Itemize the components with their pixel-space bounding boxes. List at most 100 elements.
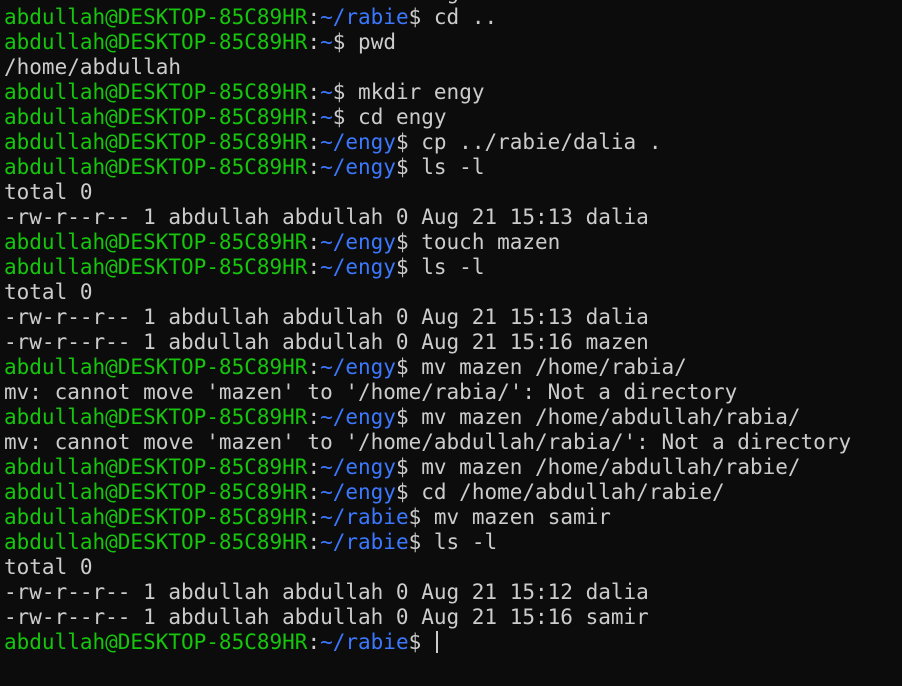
prompt-symbol: $ [395,130,409,154]
command-text: cd .. [421,5,498,29]
prompt-user-host: abdullah@DESKTOP-85C89HR [4,480,308,504]
command-text: pwd [345,30,396,54]
command-text: ls -l [408,255,485,279]
prompt-line: abdullah@DESKTOP-85C89HR:~/engy$ mv maze… [4,455,902,480]
prompt-line: abdullah@DESKTOP-85C89HR:~/engy$ cd /hom… [4,480,902,505]
prompt-path: ~ [320,105,333,129]
prompt-path: ~/engy [320,130,396,154]
prompt-path: ~/engy [320,255,396,279]
prompt-user-host: abdullah@DESKTOP-85C89HR [4,530,308,554]
prompt-colon: : [307,80,321,104]
prompt-path: ~/rabie [320,5,409,29]
prompt-path: ~/engy [320,480,396,504]
prompt-colon: : [307,630,321,654]
text-cursor[interactable] [435,631,438,653]
prompt-user-host: abdullah@DESKTOP-85C89HR [4,30,308,54]
prompt-line: abdullah@DESKTOP-85C89HR:~$ cd engy [4,105,902,130]
output-text: mv: cannot move 'mazen' to '/home/abdull… [4,430,852,454]
output-line: -rw-r--r-- 1 abdullah abdullah 0 Aug 21 … [4,580,902,605]
prompt-symbol: $ [408,630,422,654]
prompt-line: abdullah@DESKTOP-85C89HR:~/engy$ mv maze… [4,355,902,380]
prompt-path: ~/rabie [320,530,409,554]
prompt-user-host: abdullah@DESKTOP-85C89HR [4,355,308,379]
output-text: total 0 [4,180,93,204]
prompt-path: ~/engy [320,155,396,179]
prompt-colon: : [307,530,321,554]
output-text: mv: cannot move 'mazen' to '/home/rabia/… [4,380,738,404]
output-line: -rw-r--r-- 1 abdullah abdullah 0 Aug 21 … [4,205,902,230]
prompt-line: abdullah@DESKTOP-85C89HR:~/rabie$ ls -l [4,530,902,555]
output-line: -rw-r--r-- 1 abdullah abdullah 0 Aug 21 … [4,605,902,630]
output-text: -rw-r--r-- 1 abdullah abdullah 0 Aug 21 … [4,305,649,329]
prompt-colon: : [307,255,321,279]
prompt-path: ~/engy [320,405,396,429]
command-text: ls -l [408,155,485,179]
prompt-user-host: abdullah@DESKTOP-85C89HR [4,405,308,429]
command-text: cp ../rabie/dalia . [408,130,662,154]
output-line: total 0 [4,555,902,580]
prompt-line: abdullah@DESKTOP-85C89HR:~/engy$ ls -l [4,155,902,180]
output-text: -rw-r--r-- 1 abdullah abdullah 0 Aug 21 … [4,205,649,229]
terminal-output[interactable]: -rw-r--r-- 1 abdullah abdullah 0 Aug 21 … [4,0,902,655]
command-text [421,630,434,654]
prompt-line: abdullah@DESKTOP-85C89HR:~$ mkdir engy [4,80,902,105]
prompt-colon: : [307,405,321,429]
command-text: mv mazen /home/rabia/ [408,355,687,379]
prompt-colon: : [307,355,321,379]
prompt-symbol: $ [395,355,409,379]
prompt-symbol: $ [332,30,346,54]
prompt-symbol: $ [395,405,409,429]
prompt-user-host: abdullah@DESKTOP-85C89HR [4,80,308,104]
prompt-line: abdullah@DESKTOP-85C89HR:~$ pwd [4,30,902,55]
output-line: /home/abdullah [4,55,902,80]
prompt-colon: : [307,230,321,254]
prompt-path: ~ [320,30,333,54]
output-text: /home/abdullah [4,55,182,79]
prompt-symbol: $ [332,80,346,104]
prompt-symbol: $ [395,155,409,179]
prompt-user-host: abdullah@DESKTOP-85C89HR [4,455,308,479]
prompt-path: ~/engy [320,455,396,479]
command-text: mv mazen /home/abdullah/rabia/ [408,405,801,429]
output-line: total 0 [4,180,902,205]
prompt-symbol: $ [408,505,422,529]
prompt-colon: : [307,130,321,154]
output-line: mv: cannot move 'mazen' to '/home/abdull… [4,430,902,455]
command-text: ls -l [421,530,498,554]
output-line: -rw-r--r-- 1 abdullah abdullah 0 Aug 21 … [4,330,902,355]
prompt-colon: : [307,30,321,54]
prompt-symbol: $ [408,5,422,29]
output-line: mv: cannot move 'mazen' to '/home/rabia/… [4,380,902,405]
prompt-line: abdullah@DESKTOP-85C89HR:~/engy$ cp ../r… [4,130,902,155]
prompt-symbol: $ [395,230,409,254]
prompt-colon: : [307,505,321,529]
prompt-line: abdullah@DESKTOP-85C89HR:~/engy$ mv maze… [4,405,902,430]
output-line: -rw-r--r-- 1 abdullah abdullah 0 Aug 21 … [4,305,902,330]
prompt-line: abdullah@DESKTOP-85C89HR:~/rabie$ [4,630,902,655]
prompt-line: abdullah@DESKTOP-85C89HR:~/engy$ touch m… [4,230,902,255]
prompt-line: abdullah@DESKTOP-85C89HR:~/rabie$ cd .. [4,5,902,30]
prompt-user-host: abdullah@DESKTOP-85C89HR [4,105,308,129]
output-text: -rw-r--r-- 1 abdullah abdullah 0 Aug 21 … [4,0,649,4]
prompt-path: ~ [320,80,333,104]
prompt-line: abdullah@DESKTOP-85C89HR:~/engy$ ls -l [4,255,902,280]
command-text: cd engy [345,105,447,129]
output-text: -rw-r--r-- 1 abdullah abdullah 0 Aug 21 … [4,330,649,354]
prompt-user-host: abdullah@DESKTOP-85C89HR [4,5,308,29]
output-text: total 0 [4,555,93,579]
prompt-symbol: $ [408,530,422,554]
prompt-colon: : [307,105,321,129]
prompt-colon: : [307,480,321,504]
prompt-colon: : [307,155,321,179]
prompt-user-host: abdullah@DESKTOP-85C89HR [4,130,308,154]
command-text: touch mazen [408,230,561,254]
prompt-line: abdullah@DESKTOP-85C89HR:~/rabie$ mv maz… [4,505,902,530]
output-text: -rw-r--r-- 1 abdullah abdullah 0 Aug 21 … [4,605,649,629]
prompt-path: ~/rabie [320,505,409,529]
output-text: -rw-r--r-- 1 abdullah abdullah 0 Aug 21 … [4,580,649,604]
prompt-path: ~/engy [320,230,396,254]
prompt-path: ~/rabie [320,630,409,654]
prompt-symbol: $ [395,455,409,479]
prompt-symbol: $ [395,255,409,279]
command-text: mv mazen /home/abdullah/rabie/ [408,455,801,479]
